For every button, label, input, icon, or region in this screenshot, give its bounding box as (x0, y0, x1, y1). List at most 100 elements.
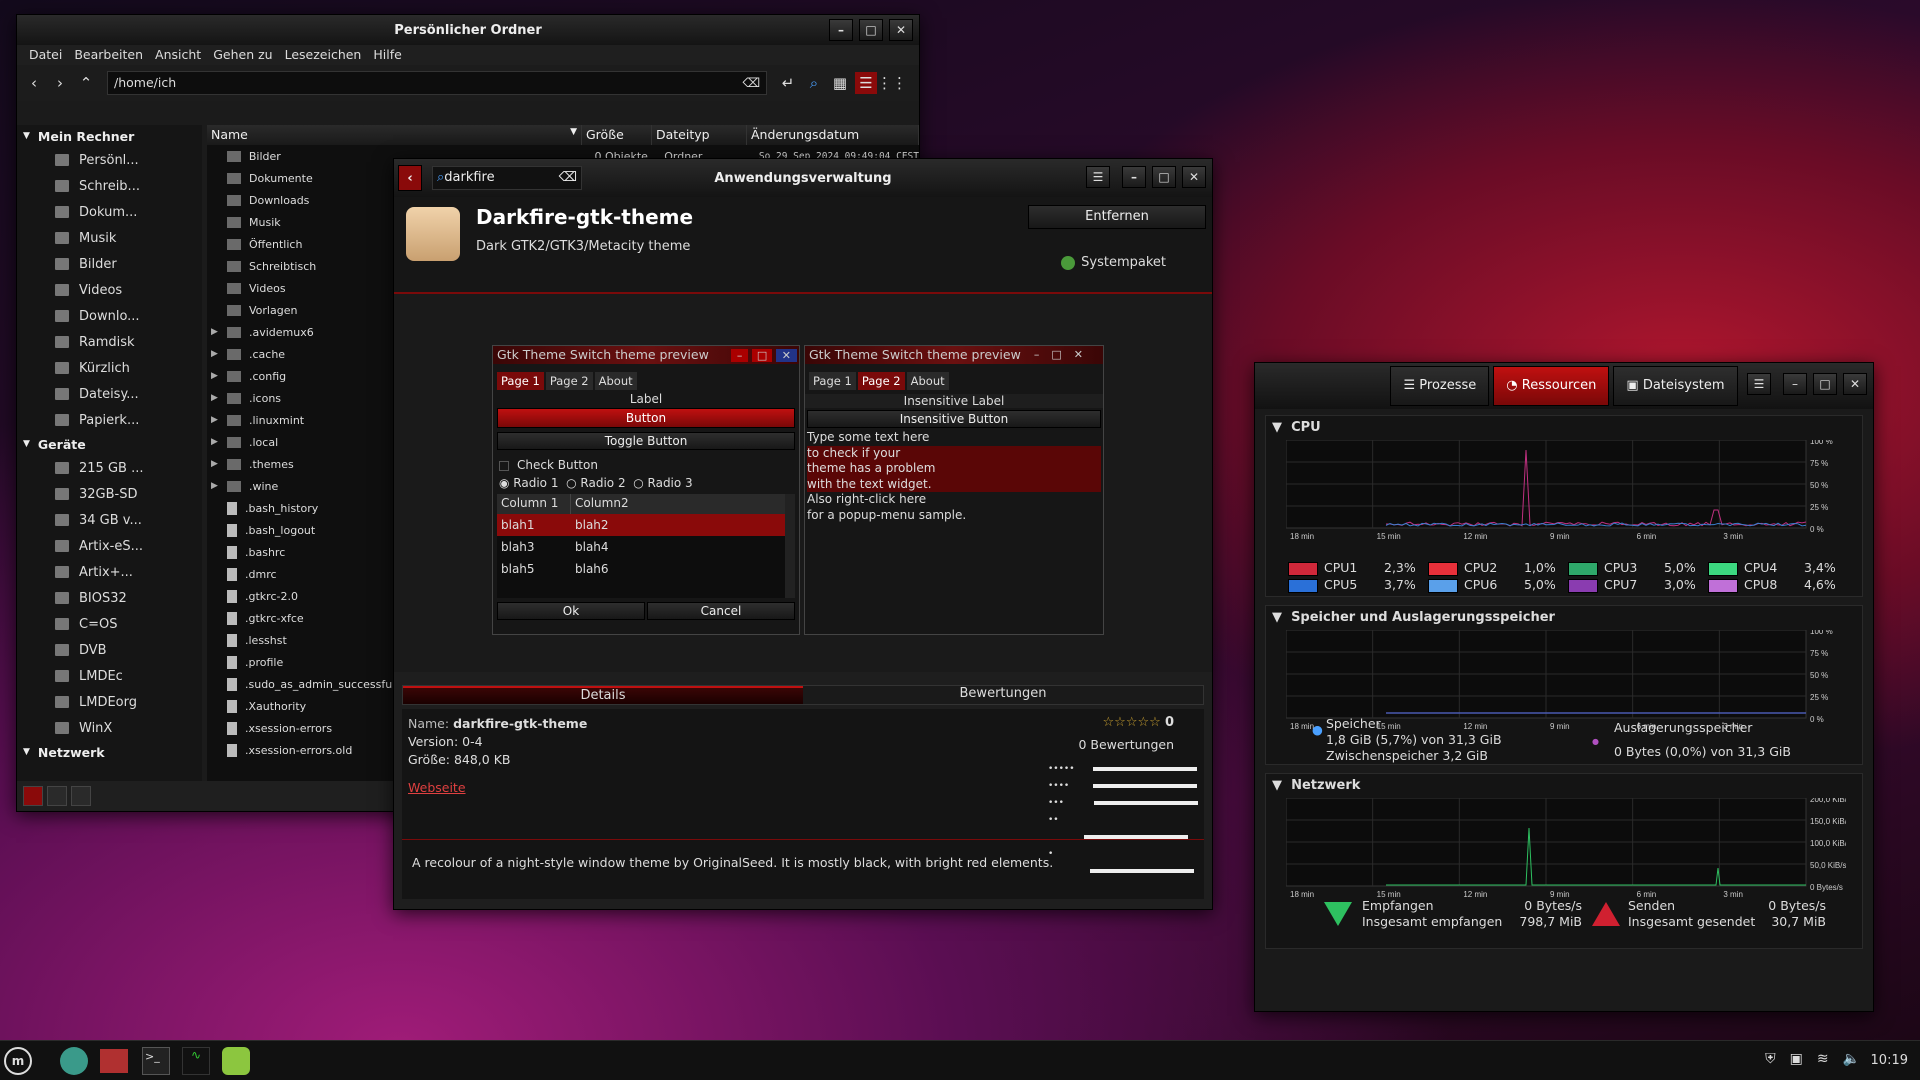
sidebar-item[interactable]: Videos (17, 277, 202, 303)
tab-about[interactable]: About (907, 372, 949, 390)
menu-item[interactable]: Hilfe (367, 45, 407, 65)
cpu-legend-item[interactable]: CPU5 3,7% (1288, 577, 1428, 594)
menu-item[interactable]: Datei (23, 45, 68, 65)
network-icon[interactable]: ≋ (1817, 1051, 1829, 1067)
menu-item[interactable]: Bearbeiten (68, 45, 149, 65)
radio-2[interactable]: ○ Radio 2 (566, 476, 625, 490)
tab-page2[interactable]: Page 2 (546, 372, 593, 390)
am-titlebar[interactable]: ‹ ⌕darkfire ⌫ Anwendungsverwaltung ☰ – □ ✕ (394, 159, 1212, 197)
back-button[interactable]: ‹ (398, 165, 422, 191)
tab-resources[interactable]: ◔ Ressourcen (1493, 366, 1609, 406)
cpu-legend-item[interactable]: CPU4 3,4% (1708, 560, 1848, 577)
close-button[interactable]: ✕ (889, 19, 913, 41)
tab-page1[interactable]: Page 1 (497, 372, 544, 390)
column-2-header[interactable]: Column2 (571, 494, 633, 514)
software-manager-icon[interactable] (222, 1047, 250, 1075)
shield-icon[interactable]: ⛨ (1765, 1051, 1776, 1067)
sidebar-item[interactable]: LMDEorg (17, 689, 202, 715)
radio-1[interactable]: ◉ Radio 1 (499, 476, 558, 490)
cpu-legend-item[interactable]: CPU6 5,0% (1428, 577, 1568, 594)
tab-reviews[interactable]: Bewertungen (803, 686, 1203, 704)
column-1-header[interactable]: Column 1 (497, 494, 571, 514)
compact-view-icon[interactable]: ⋮⋮ (881, 72, 903, 94)
menu-icon[interactable]: m (4, 1047, 32, 1075)
cpu-legend-item[interactable]: CPU7 3,0% (1568, 577, 1708, 594)
sidebar-item[interactable]: Persönl... (17, 147, 202, 173)
website-link[interactable]: Webseite (408, 779, 587, 797)
files-icon[interactable] (100, 1049, 128, 1073)
sidebar-item[interactable]: Bilder (17, 251, 202, 277)
forward-icon[interactable]: › (49, 72, 71, 94)
cpu-legend-item[interactable]: CPU2 1,0% (1428, 560, 1568, 577)
menu-button[interactable]: ☰ (1747, 373, 1771, 395)
sidebar-heading[interactable]: ▼ Netzwerk (17, 741, 202, 763)
sidebar-item[interactable]: LMDEc (17, 663, 202, 689)
sidebar-item[interactable]: Papierk... (17, 407, 202, 433)
sidebar-item[interactable]: WinX (17, 715, 202, 741)
tab-processes[interactable]: ☰ Prozesse (1390, 366, 1489, 406)
tab-filesystem[interactable]: ▣ Dateisystem (1613, 366, 1737, 406)
update-icon[interactable]: ▣ (1790, 1051, 1803, 1067)
color-swatch[interactable] (1428, 579, 1458, 593)
menu-button[interactable]: ☰ (1086, 166, 1110, 188)
expander-icon[interactable]: ▶ (207, 371, 223, 381)
clear-icon[interactable]: ⌫ (559, 170, 577, 185)
clear-icon[interactable]: ⌫ (742, 75, 760, 90)
fm-titlebar[interactable]: Persönlicher Ordner – □ ✕ (17, 15, 919, 45)
color-swatch[interactable] (1708, 579, 1738, 593)
memory-heading[interactable]: ▼ Speicher und Auslagerungsspeicher (1266, 606, 1862, 629)
col-type[interactable]: Dateityp (652, 125, 747, 145)
sidebar-item[interactable]: C=OS (17, 611, 202, 637)
close-button[interactable]: ✕ (1182, 166, 1206, 188)
system-monitor-icon[interactable]: ∿ (182, 1047, 210, 1075)
col-size[interactable]: Größe (582, 125, 652, 145)
expander-icon[interactable]: ▶ (207, 481, 223, 491)
location-field[interactable]: /home/ich ⌫ (107, 71, 767, 95)
color-swatch[interactable] (1568, 579, 1598, 593)
cancel-button[interactable]: Cancel (647, 602, 795, 620)
menu-item[interactable]: Ansicht (149, 45, 207, 65)
places-toggle-icon[interactable] (23, 786, 43, 806)
sidebar-heading[interactable]: ▼ Geräte (17, 433, 202, 455)
sidebar-heading[interactable]: ▼ Mein Rechner (17, 125, 202, 147)
table-row[interactable]: blah1 blah2 (497, 514, 795, 536)
sidebar-item[interactable]: 32GB-SD (17, 481, 202, 507)
sidebar-item[interactable]: Dateisy... (17, 381, 202, 407)
clock[interactable]: 10:19 (1871, 1053, 1908, 1068)
minimize-button[interactable]: – (829, 19, 853, 41)
color-swatch[interactable] (1568, 562, 1598, 576)
maximize-button[interactable]: □ (1813, 373, 1837, 395)
expander-icon[interactable]: ▶ (207, 459, 223, 469)
toggle-button[interactable]: Toggle Button (497, 432, 795, 450)
expander-icon[interactable]: ▶ (207, 415, 223, 425)
search-field[interactable]: ⌕darkfire ⌫ (432, 166, 582, 190)
sidebar-item[interactable]: Artix-eS... (17, 533, 202, 559)
menu-item[interactable]: Lesezeichen (279, 45, 368, 65)
sidebar-item[interactable]: 215 GB ... (17, 455, 202, 481)
col-date[interactable]: Änderungsdatum (747, 125, 919, 145)
search-icon[interactable]: ⌕ (803, 72, 825, 94)
radio-3[interactable]: ○ Radio 3 (633, 476, 692, 490)
tab-page1[interactable]: Page 1 (809, 372, 856, 390)
tab-about[interactable]: About (595, 372, 637, 390)
cpu-heading[interactable]: ▼ CPU (1266, 416, 1862, 439)
maximize-button[interactable]: □ (859, 19, 883, 41)
text-widget[interactable]: Type some text here to check if your theme… (807, 430, 1101, 523)
cpu-legend-item[interactable]: CPU1 2,3% (1288, 560, 1428, 577)
sidebar-item[interactable]: BIOS32 (17, 585, 202, 611)
menu-item[interactable]: Gehen zu (207, 45, 278, 65)
remove-button[interactable]: Entfernen (1028, 205, 1206, 229)
hide-sidebar-icon[interactable] (71, 786, 91, 806)
expander-icon[interactable]: ▶ (207, 393, 223, 403)
tree-toggle-icon[interactable] (47, 786, 67, 806)
minimize-button[interactable]: – (1783, 373, 1807, 395)
table-row[interactable]: blah3 blah4 (497, 536, 795, 558)
back-icon[interactable]: ‹ (23, 72, 45, 94)
sidebar-item[interactable]: Dokum... (17, 199, 202, 225)
color-swatch[interactable] (1288, 579, 1318, 593)
check-button[interactable]: Check Button (493, 454, 799, 476)
volume-icon[interactable]: 🔈 (1843, 1051, 1860, 1067)
expander-icon[interactable]: ▶ (207, 327, 223, 337)
icon-view-icon[interactable]: ▦ (829, 72, 851, 94)
maximize-button[interactable]: □ (1152, 166, 1176, 188)
